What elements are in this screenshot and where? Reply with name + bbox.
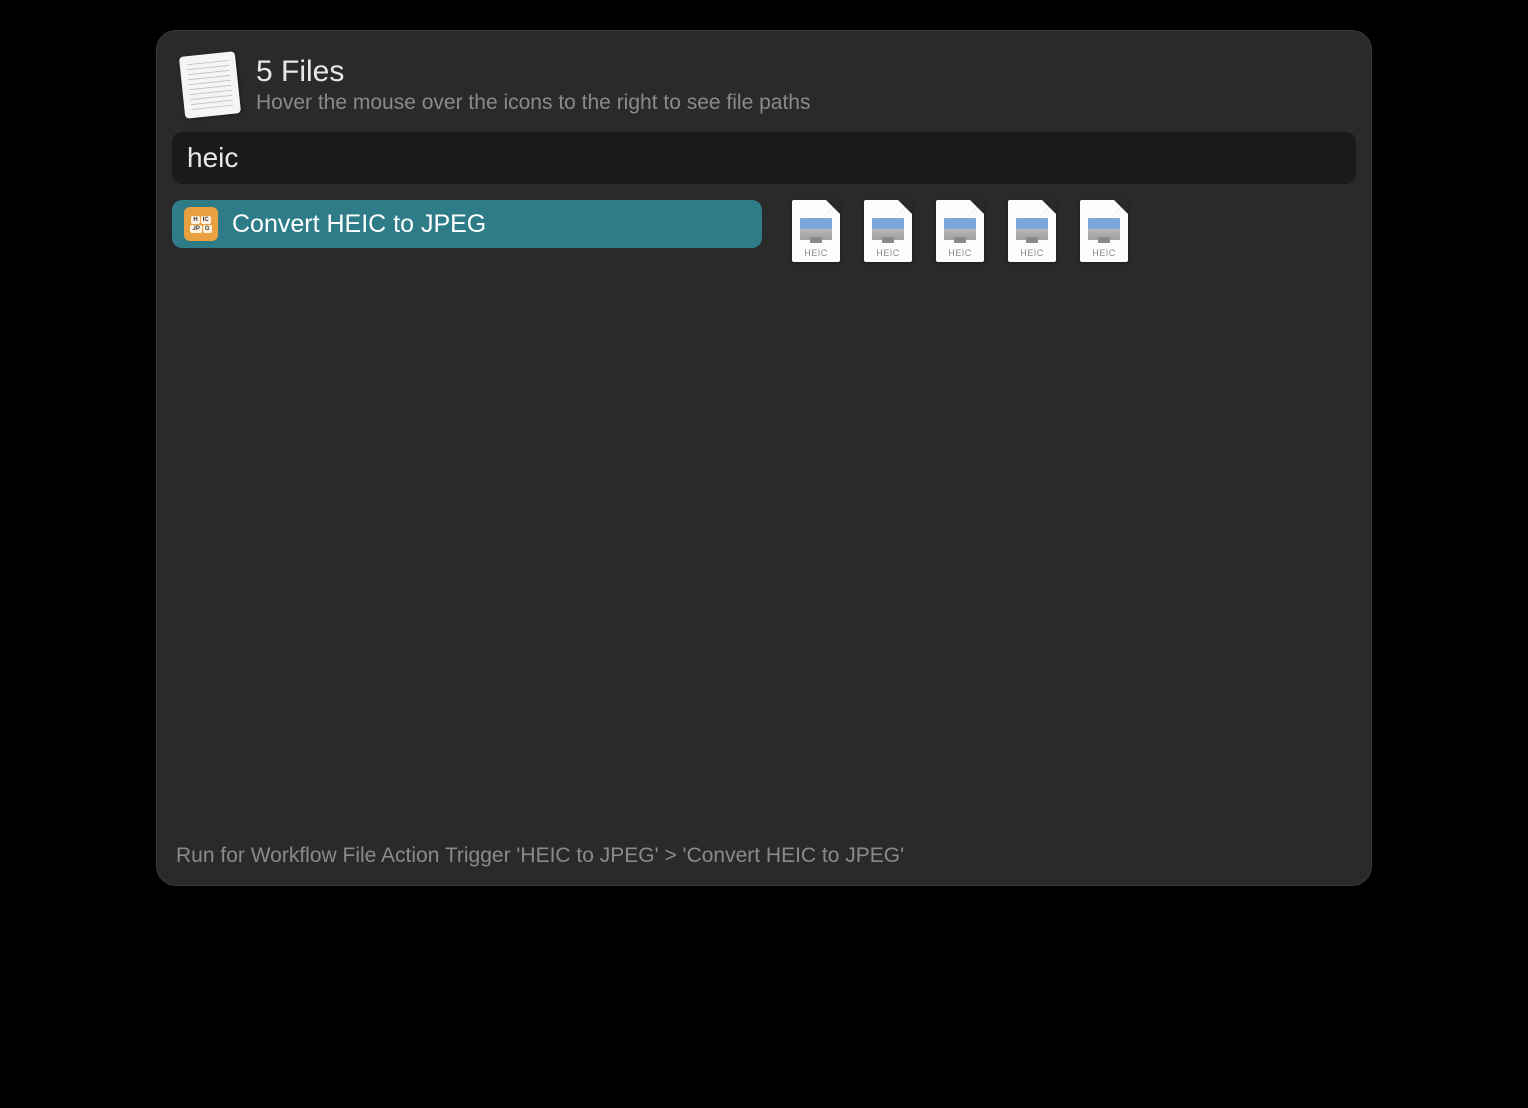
file-icons-row: HEIC HEIC HEIC HEIC HEIC	[792, 200, 1128, 262]
search-box[interactable]	[172, 132, 1356, 184]
file-heic-icon[interactable]: HEIC	[936, 200, 984, 262]
file-heic-icon[interactable]: HEIC	[1008, 200, 1056, 262]
header-text: 5 Files Hover the mouse over the icons t…	[256, 55, 810, 115]
file-type-label: HEIC	[1092, 248, 1116, 258]
file-heic-icon[interactable]: HEIC	[864, 200, 912, 262]
file-preview-icon	[872, 218, 904, 240]
search-input[interactable]	[187, 142, 1341, 174]
file-type-label: HEIC	[876, 248, 900, 258]
action-label: Convert HEIC to JPEG	[232, 210, 486, 239]
file-heic-icon[interactable]: HEIC	[1080, 200, 1128, 262]
file-heic-icon[interactable]: HEIC	[792, 200, 840, 262]
launcher-window: 5 Files Hover the mouse over the icons t…	[156, 30, 1372, 886]
file-type-label: HEIC	[948, 248, 972, 258]
footer-status: Run for Workflow File Action Trigger 'HE…	[172, 838, 1356, 870]
action-convert-heic-jpeg[interactable]: H IC JP G Convert HEIC to JPEG	[172, 200, 762, 248]
document-icon	[179, 51, 241, 119]
header: 5 Files Hover the mouse over the icons t…	[172, 46, 1356, 130]
convert-icon: H IC JP G	[184, 207, 218, 241]
file-preview-icon	[944, 218, 976, 240]
file-type-label: HEIC	[1020, 248, 1044, 258]
content-row: H IC JP G Convert HEIC to JPEG HEIC HEIC	[172, 200, 1356, 262]
header-title: 5 Files	[256, 55, 810, 89]
header-subtitle: Hover the mouse over the icons to the ri…	[256, 91, 810, 115]
file-preview-icon	[800, 218, 832, 240]
file-preview-icon	[1016, 218, 1048, 240]
spacer	[172, 262, 1356, 838]
file-type-label: HEIC	[804, 248, 828, 258]
file-preview-icon	[1088, 218, 1120, 240]
